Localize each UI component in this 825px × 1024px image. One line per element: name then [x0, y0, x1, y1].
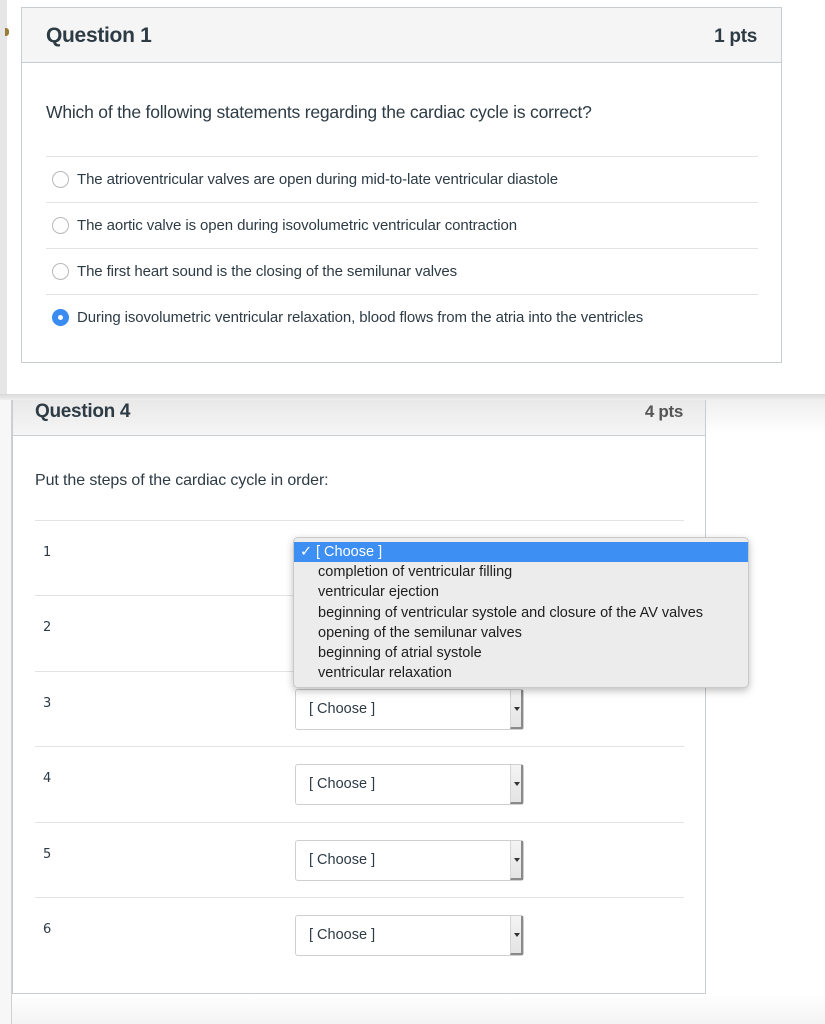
dropdown-option[interactable]: ventricular relaxation	[294, 663, 748, 683]
select-value: [ Choose ]	[309, 700, 376, 717]
answer-label: During isovolumetric ventricular relaxat…	[77, 309, 644, 326]
answer-option[interactable]: The atrioventricular valves are open dur…	[46, 156, 758, 202]
question-1-title: Question 1	[46, 24, 152, 47]
step-number: 6	[43, 921, 52, 937]
ordering-row: 6 [ Choose ]	[35, 896, 684, 972]
ordering-row: 5 [ Choose ]	[35, 821, 684, 897]
answer-label: The first heart sound is the closing of …	[77, 263, 458, 280]
dropdown-option[interactable]: beginning of ventricular systole and clo…	[294, 603, 748, 623]
dropdown-option-selected[interactable]: ✓[ Choose ]	[294, 542, 748, 563]
checkmark-icon: ✓	[300, 544, 313, 560]
question-4-title: Question 4	[35, 401, 131, 422]
answer-label: The atrioventricular valves are open dur…	[77, 171, 558, 188]
select-value: [ Choose ]	[309, 926, 376, 943]
radio-button[interactable]	[52, 263, 69, 280]
step-1-dropdown-menu[interactable]: ✓[ Choose ] completion of ventricular fi…	[293, 537, 749, 688]
select-value: [ Choose ]	[309, 851, 376, 868]
question-4-card: Question 4 4 pts Put the steps of the ca…	[12, 400, 706, 994]
header-divider	[705, 400, 706, 436]
question-1-screenshot: Question 1 1 pts Which of the following …	[0, 0, 825, 394]
question-1-text: Which of the following statements regard…	[46, 102, 592, 122]
left-gutter	[0, 0, 9, 394]
answer-label: The aortic valve is open during isovolum…	[77, 217, 517, 234]
dropdown-arrow-icon[interactable]	[510, 689, 523, 729]
step-select[interactable]: [ Choose ]	[295, 764, 524, 806]
step-select[interactable]: [ Choose ]	[295, 839, 524, 881]
dropdown-option[interactable]: opening of the semilunar valves	[294, 623, 748, 643]
dropdown-option[interactable]: ventricular ejection	[294, 582, 748, 602]
option-label: [ Choose ]	[316, 544, 383, 560]
radio-button-selected[interactable]	[52, 309, 69, 326]
flag-marker-icon	[5, 28, 9, 36]
radio-button[interactable]	[52, 217, 69, 234]
dropdown-option[interactable]: completion of ventricular filling	[294, 562, 748, 582]
question-4-points: 4 pts	[644, 402, 683, 421]
step-select[interactable]: [ Choose ]	[295, 688, 524, 730]
dropdown-arrow-icon[interactable]	[510, 840, 523, 880]
dropdown-arrow-icon[interactable]	[510, 915, 523, 955]
dropdown-option[interactable]: beginning of atrial systole	[294, 643, 748, 663]
dropdown-arrow-icon[interactable]	[510, 765, 523, 805]
step-number: 3	[43, 695, 52, 711]
answer-option[interactable]: During isovolumetric ventricular relaxat…	[46, 294, 758, 340]
step-select[interactable]: [ Choose ]	[295, 914, 524, 956]
question-4-header: Question 4 4 pts	[13, 400, 705, 436]
question-1-header: Question 1 1 pts	[22, 8, 781, 63]
answer-option[interactable]: The aortic valve is open during isovolum…	[46, 202, 758, 248]
step-number: 5	[43, 846, 52, 862]
question-4-text: Put the steps of the cardiac cycle in or…	[35, 472, 329, 489]
left-gutter	[0, 400, 12, 1024]
step-number: 4	[43, 771, 52, 787]
radio-button[interactable]	[52, 171, 69, 188]
step-number: 1	[43, 545, 52, 560]
answer-list: The atrioventricular valves are open dur…	[46, 156, 758, 340]
ordering-row: 4 [ Choose ]	[35, 746, 684, 821]
answer-option[interactable]: The first heart sound is the closing of …	[46, 248, 758, 294]
select-value: [ Choose ]	[309, 776, 376, 793]
question-1-card: Question 1 1 pts Which of the following …	[21, 7, 782, 363]
question-1-points: 1 pts	[714, 26, 757, 47]
step-number: 2	[43, 620, 52, 636]
